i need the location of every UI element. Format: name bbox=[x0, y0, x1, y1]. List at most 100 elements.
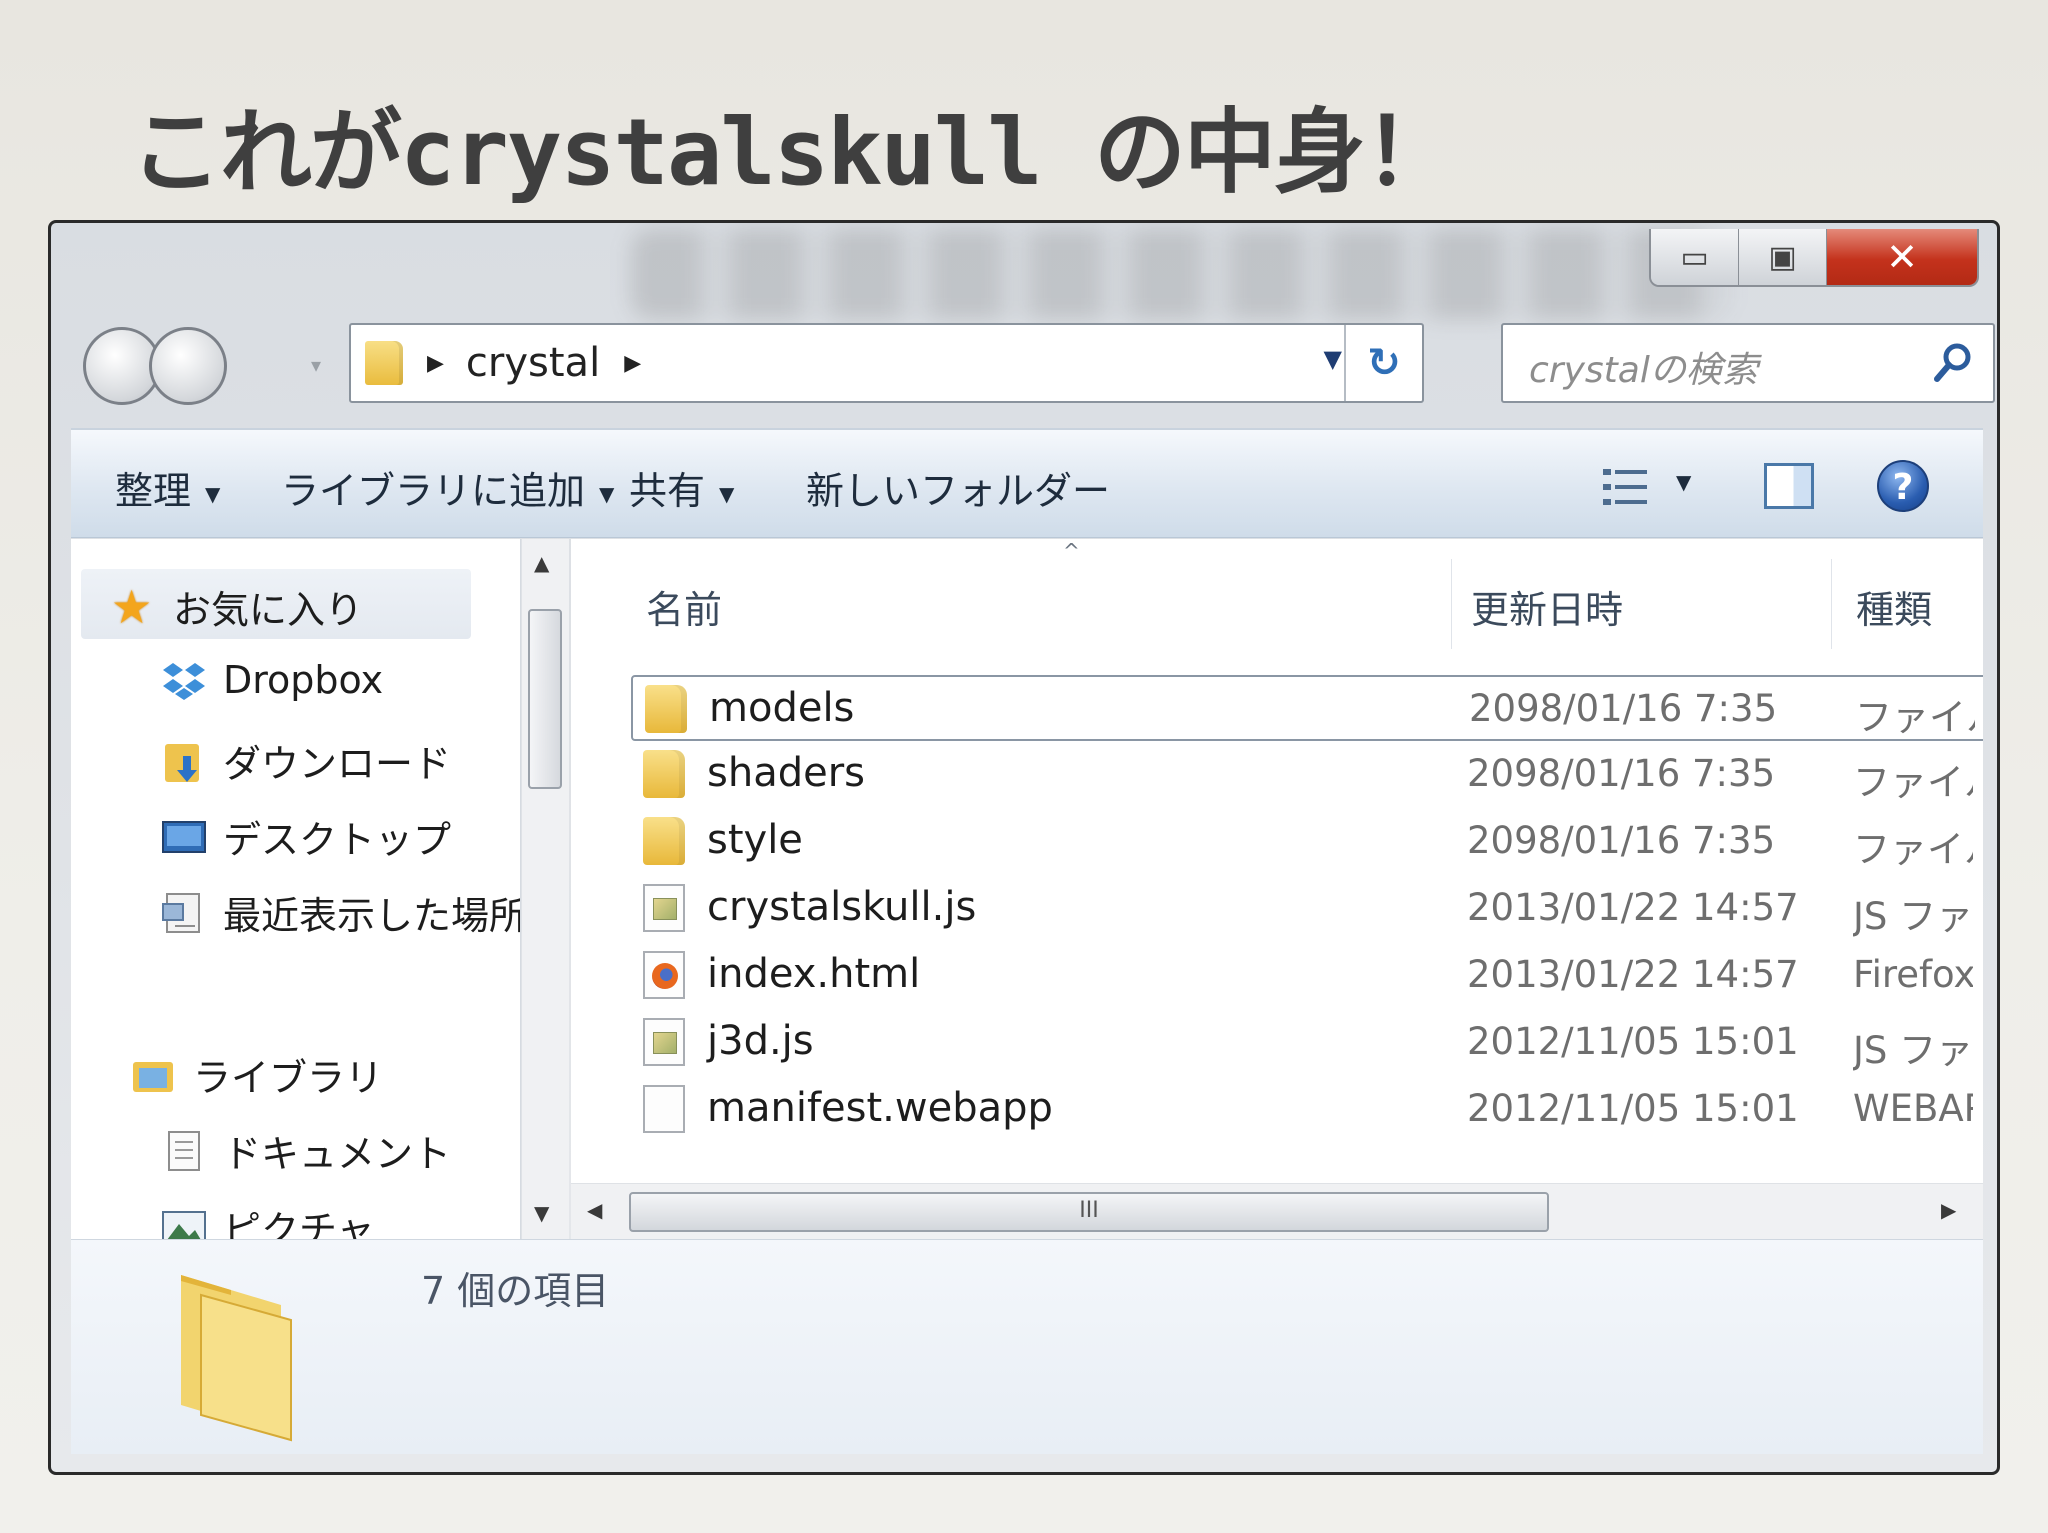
js-file-icon bbox=[643, 1018, 685, 1066]
nav-item-dropbox[interactable]: Dropbox bbox=[161, 657, 383, 703]
nav-item-pictures[interactable]: ピクチャ bbox=[161, 1199, 375, 1239]
file-name: index.html bbox=[707, 951, 921, 997]
caret-down-icon: ▼ bbox=[599, 481, 615, 506]
file-date: 2012/11/05 15:01 bbox=[1467, 1020, 1799, 1063]
nav-favorites[interactable]: ★ お気に入り bbox=[111, 579, 363, 634]
slide-title: これがcrystalskull の中身！ bbox=[130, 99, 1456, 206]
navigation-row: ▾ ▶ crystal ▶ ▼ ↻ crystalの検索 bbox=[81, 323, 1995, 405]
minimize-button[interactable]: ▭ bbox=[1651, 229, 1739, 285]
item-count: 7 個の項目 bbox=[421, 1269, 610, 1313]
search-icon[interactable] bbox=[1931, 341, 1975, 385]
folder-icon bbox=[645, 685, 687, 733]
picture-icon bbox=[162, 1210, 206, 1239]
column-header-name[interactable]: 名前 bbox=[646, 579, 722, 634]
caret-down-icon: ▼ bbox=[205, 481, 221, 506]
nav-libraries-label: ライブラリ bbox=[193, 1056, 384, 1100]
sort-indicator-icon: ^ bbox=[1063, 539, 1080, 563]
file-type: ファイル bbox=[1855, 696, 1975, 739]
navigation-scrollbar[interactable]: ▲ ▼ bbox=[521, 539, 569, 1239]
share-menu[interactable]: 共有 ▼ bbox=[629, 460, 734, 515]
scrollbar-thumb[interactable] bbox=[528, 609, 562, 789]
file-name: shaders bbox=[707, 750, 865, 796]
nav-item-documents[interactable]: ドキュメント bbox=[161, 1123, 451, 1178]
breadcrumb-arrow-icon[interactable]: ▶ bbox=[427, 351, 444, 376]
navigation-pane: ★ お気に入り Dropbox ダウンロード デスクトップ 最近表示した場所 ラ… bbox=[71, 539, 521, 1239]
preview-pane-icon[interactable] bbox=[1764, 463, 1814, 509]
nav-item-label: ダウンロード bbox=[223, 742, 452, 786]
details-pane: 7 個の項目 bbox=[71, 1239, 1983, 1454]
file-row-j3d-js[interactable]: j3d.js 2012/11/05 15:01 JS ファ bbox=[631, 1010, 1983, 1076]
view-options-caret-icon[interactable]: ▼ bbox=[1676, 470, 1691, 494]
file-row-style[interactable]: style 2098/01/16 7:35 ファイル bbox=[631, 809, 1983, 875]
document-icon bbox=[168, 1130, 200, 1171]
file-type: ファイル bbox=[1853, 761, 1973, 804]
command-bar: 整理 ▼ ライブラリに追加 ▼ 共有 ▼ 新しいフォルダー ▼ ? bbox=[71, 428, 1983, 538]
address-bar[interactable]: ▶ crystal ▶ ▼ ↻ bbox=[349, 323, 1424, 403]
file-date: 2012/11/05 15:01 bbox=[1467, 1087, 1799, 1130]
file-name: crystalskull.js bbox=[707, 884, 977, 930]
file-name: j3d.js bbox=[707, 1018, 814, 1064]
add-to-library-menu[interactable]: ライブラリに追加 ▼ bbox=[281, 460, 614, 515]
file-row-index-html[interactable]: index.html 2013/01/22 14:57 Firefox bbox=[631, 943, 1983, 1009]
scroll-right-icon[interactable]: ▶ bbox=[1941, 1198, 1956, 1222]
nav-item-label: デスクトップ bbox=[223, 818, 452, 862]
file-type: Firefox bbox=[1853, 953, 1973, 996]
folder-icon bbox=[365, 341, 403, 385]
recent-pages-dropdown[interactable]: ▾ bbox=[311, 353, 321, 377]
nav-item-label: ドキュメント bbox=[223, 1132, 452, 1176]
recent-places-icon bbox=[162, 892, 200, 933]
file-list: ^ 名前 更新日時 種類 models 2098/01/16 7:35 ファイル… bbox=[571, 539, 1983, 1239]
desktop-icon bbox=[162, 820, 206, 853]
organize-label: 整理 bbox=[115, 469, 192, 513]
file-name: manifest.webapp bbox=[707, 1085, 1053, 1131]
library-icon bbox=[133, 1061, 173, 1092]
add-to-library-label: ライブラリに追加 bbox=[281, 469, 586, 513]
file-date: 2013/01/22 14:57 bbox=[1467, 886, 1799, 929]
nav-item-desktop[interactable]: デスクトップ bbox=[161, 809, 451, 864]
caret-down-icon: ▼ bbox=[719, 481, 735, 506]
scroll-down-icon[interactable]: ▼ bbox=[534, 1201, 549, 1225]
file-name: models bbox=[709, 685, 855, 731]
address-dropdown-icon[interactable]: ▼ bbox=[1324, 345, 1342, 373]
file-date: 2098/01/16 7:35 bbox=[1467, 819, 1776, 862]
nav-libraries[interactable]: ライブラリ bbox=[131, 1047, 383, 1102]
share-label: 共有 bbox=[629, 469, 706, 513]
file-row-models[interactable]: models 2098/01/16 7:35 ファイル bbox=[631, 675, 1983, 741]
new-folder-button[interactable]: 新しいフォルダー bbox=[806, 460, 1110, 515]
column-header-modified[interactable]: 更新日時 bbox=[1471, 579, 1623, 634]
breadcrumb-crystal[interactable]: crystal bbox=[466, 340, 600, 386]
help-button[interactable]: ? bbox=[1877, 460, 1929, 512]
explorer-window: ▭ ▣ ✕ ▾ ▶ crystal ▶ ▼ ↻ crystalの検索 整理 ▼ ラ bbox=[48, 220, 2000, 1475]
blank-file-icon bbox=[643, 1085, 685, 1133]
forward-button[interactable] bbox=[149, 327, 227, 405]
nav-item-downloads[interactable]: ダウンロード bbox=[161, 733, 451, 788]
nav-item-recent-places[interactable]: 最近表示した場所 bbox=[161, 885, 520, 940]
column-divider[interactable] bbox=[1831, 559, 1832, 649]
organize-menu[interactable]: 整理 ▼ bbox=[115, 460, 220, 515]
file-row-crystalskull-js[interactable]: crystalskull.js 2013/01/22 14:57 JS ファ bbox=[631, 876, 1983, 942]
download-folder-icon bbox=[165, 743, 199, 782]
file-row-shaders[interactable]: shaders 2098/01/16 7:35 ファイル bbox=[631, 742, 1983, 808]
folder-icon bbox=[643, 750, 685, 798]
refresh-button[interactable]: ↻ bbox=[1344, 325, 1422, 401]
file-type: JS ファ bbox=[1853, 895, 1973, 938]
maximize-button[interactable]: ▣ bbox=[1739, 229, 1827, 285]
file-date: 2098/01/16 7:35 bbox=[1469, 687, 1778, 730]
scroll-up-icon[interactable]: ▲ bbox=[534, 551, 549, 575]
file-row-manifest-webapp[interactable]: manifest.webapp 2012/11/05 15:01 WEBAP bbox=[631, 1077, 1983, 1143]
file-date: 2013/01/22 14:57 bbox=[1467, 953, 1799, 996]
horizontal-scrollbar[interactable]: ◀ III ▶ bbox=[571, 1183, 1983, 1239]
search-input[interactable]: crystalの検索 bbox=[1529, 341, 1758, 393]
nav-item-label: Dropbox bbox=[223, 658, 384, 702]
scrollbar-thumb[interactable]: III bbox=[629, 1192, 1549, 1232]
file-name: style bbox=[707, 817, 803, 863]
column-divider[interactable] bbox=[1451, 559, 1452, 649]
firefox-html-icon bbox=[643, 951, 685, 999]
nav-item-label: ピクチャ bbox=[223, 1208, 375, 1239]
change-view-icon[interactable] bbox=[1601, 466, 1651, 508]
scroll-left-icon[interactable]: ◀ bbox=[587, 1198, 602, 1222]
breadcrumb-arrow-icon[interactable]: ▶ bbox=[624, 351, 641, 376]
close-button[interactable]: ✕ bbox=[1827, 229, 1977, 285]
column-header-type[interactable]: 種類 bbox=[1856, 579, 1932, 634]
search-box[interactable]: crystalの検索 bbox=[1501, 323, 1995, 403]
